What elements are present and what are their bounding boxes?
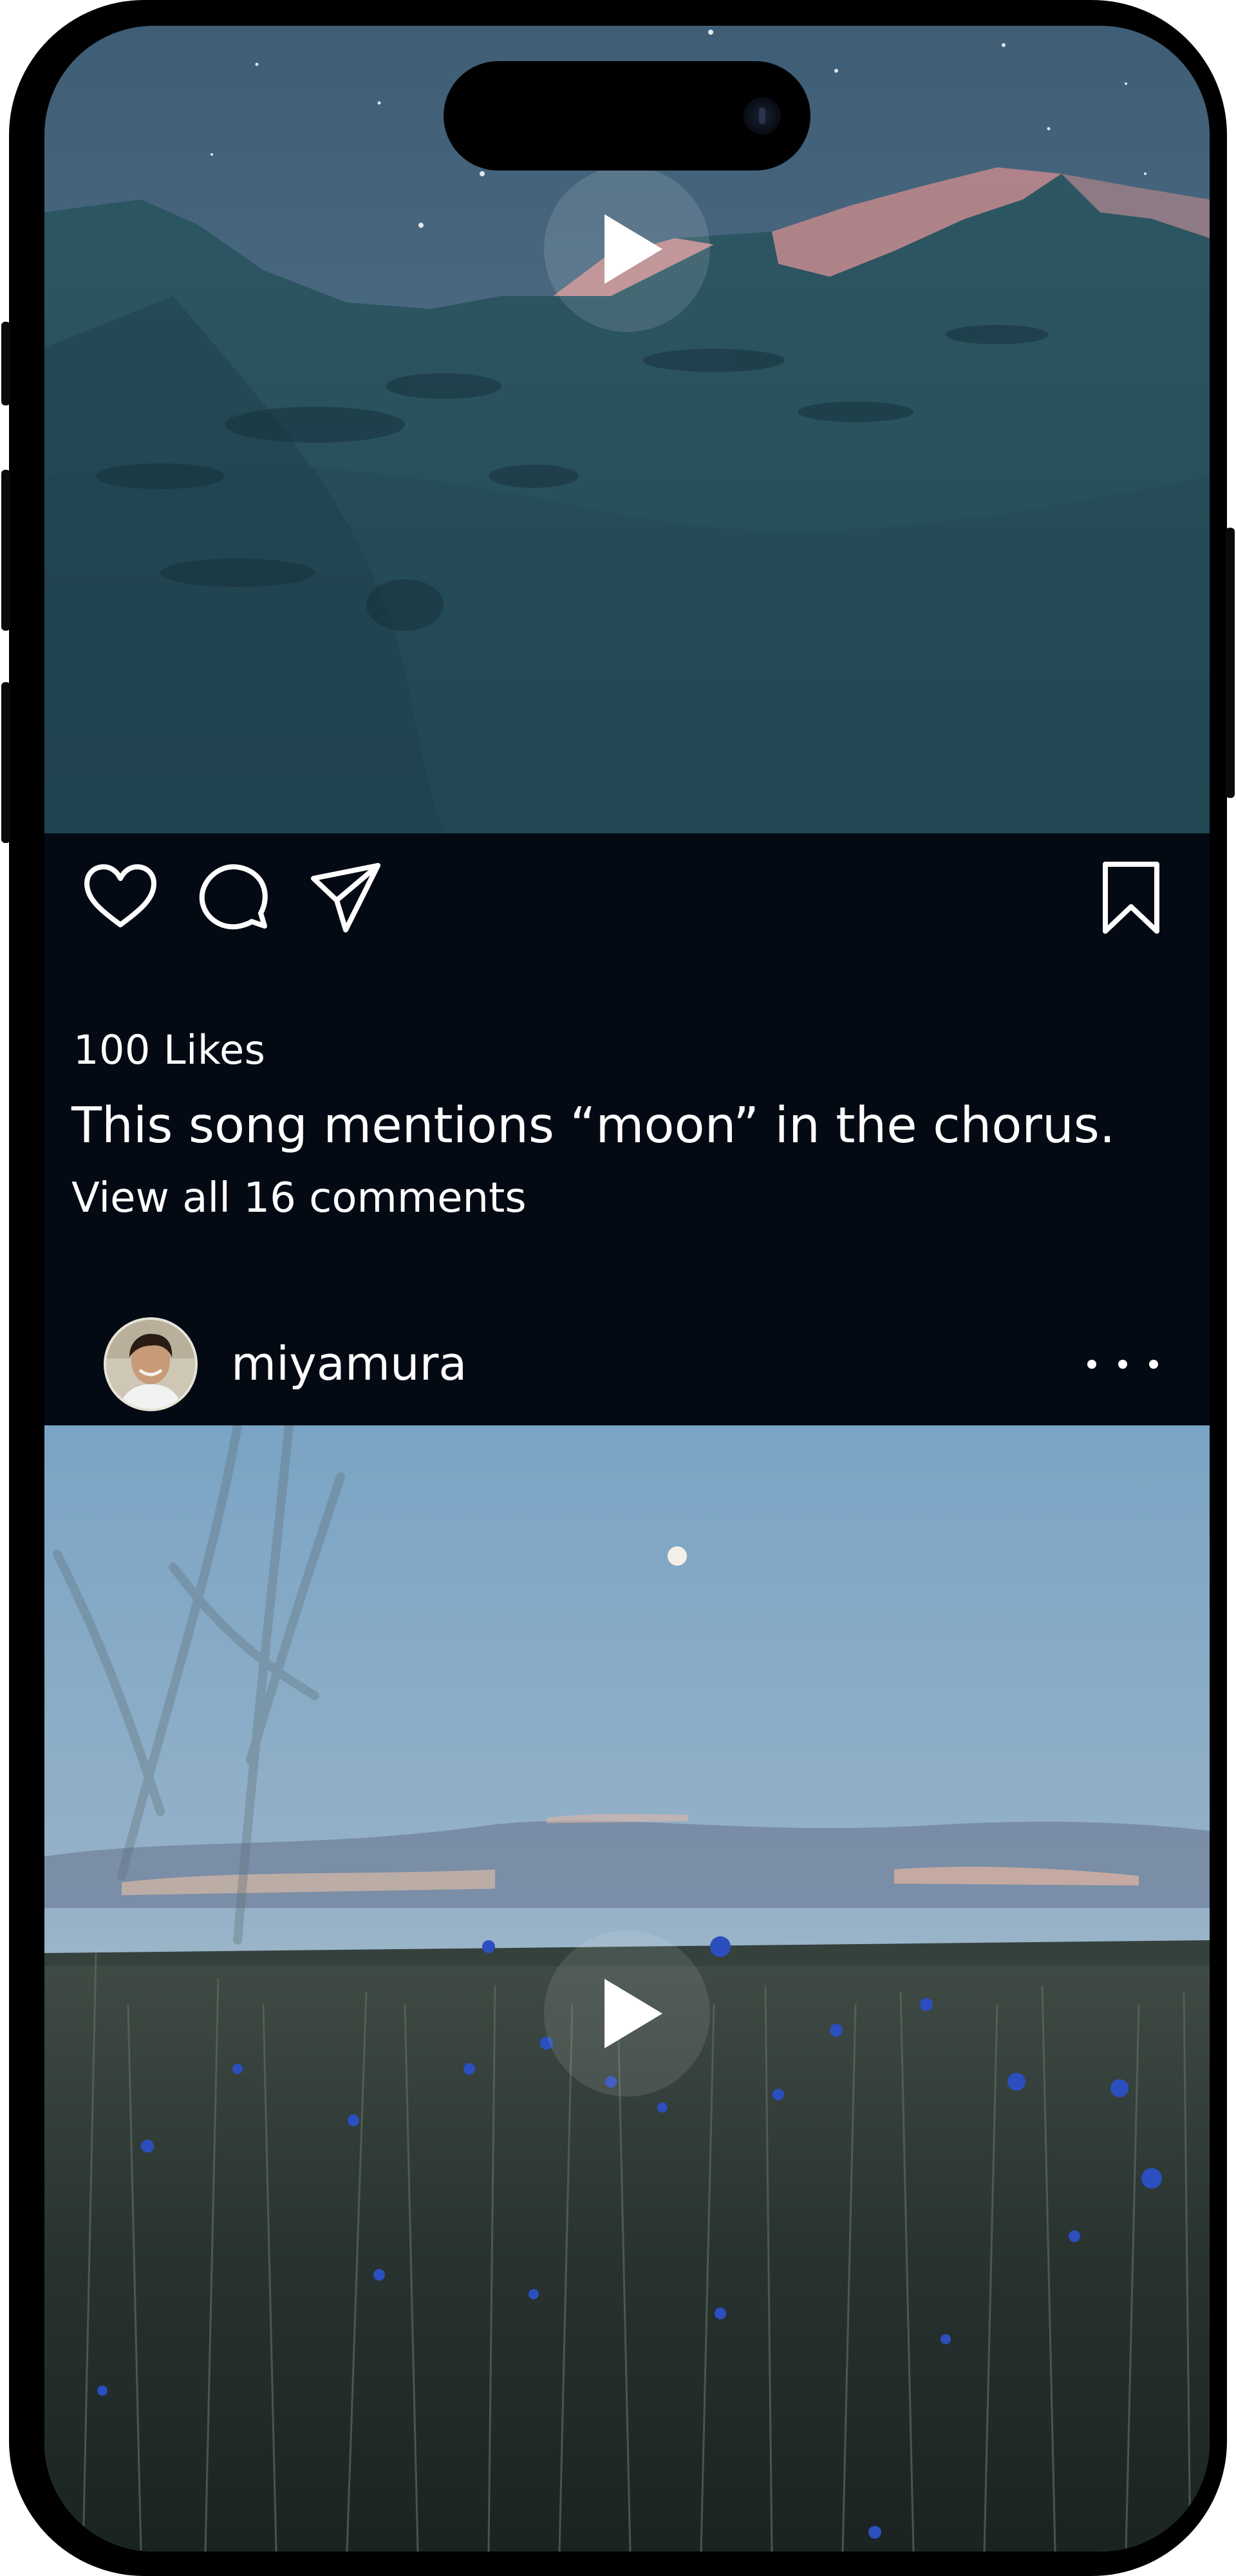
heart-icon[interactable]: [82, 859, 159, 936]
phone-frame: 100 Likes This song mentions “moon” in t…: [1, 0, 1235, 2576]
comment-icon[interactable]: [194, 859, 271, 936]
front-camera-icon: [744, 97, 781, 134]
user-avatar-image: [106, 1320, 195, 1409]
more-dot: [1149, 1360, 1158, 1369]
power-button: [1226, 528, 1235, 798]
screen: 100 Likes This song mentions “moon” in t…: [44, 26, 1210, 2552]
more-options-button[interactable]: [1087, 1335, 1158, 1393]
play-button[interactable]: [544, 166, 710, 332]
post-video-field[interactable]: [44, 1425, 1210, 2552]
bookmark-icon[interactable]: [1092, 859, 1170, 936]
send-icon[interactable]: [307, 859, 384, 936]
username[interactable]: miyamura: [231, 1337, 467, 1391]
view-comments-link[interactable]: View all 16 comments: [71, 1174, 527, 1222]
volume-down-button: [1, 682, 10, 843]
post-header: miyamura: [44, 1310, 1210, 1425]
more-dot: [1087, 1360, 1096, 1369]
action-button: [1, 322, 10, 405]
more-dot: [1118, 1360, 1127, 1369]
volume-up-button: [1, 470, 10, 631]
post-details: 100 Likes This song mentions “moon” in t…: [44, 833, 1210, 1425]
avatar[interactable]: [104, 1317, 198, 1411]
play-button[interactable]: [544, 1931, 710, 2097]
play-icon: [604, 214, 662, 284]
likes-count[interactable]: 100 Likes: [73, 1026, 265, 1073]
play-icon: [604, 1979, 662, 2048]
post-caption: This song mentions “moon” in the chorus.: [71, 1097, 1116, 1154]
dynamic-island: [444, 61, 810, 171]
